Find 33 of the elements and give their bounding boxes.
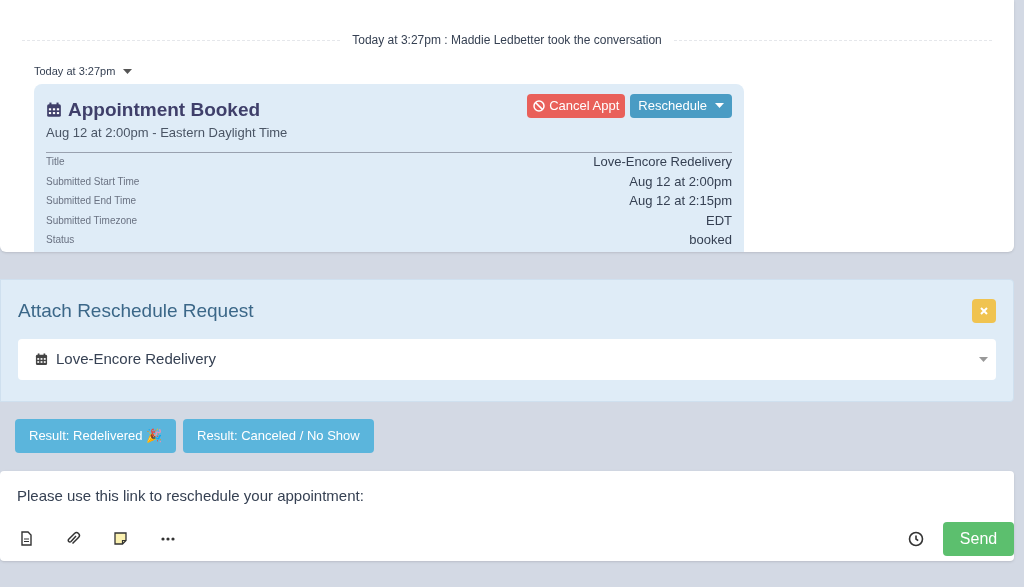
card-title: Appointment Booked — [68, 97, 261, 122]
sticky-note-icon[interactable] — [113, 531, 129, 547]
field-label: Title — [46, 155, 65, 170]
select-field[interactable]: Love-Encore Redelivery — [18, 338, 996, 380]
field-label: Status — [46, 233, 75, 248]
document-icon[interactable] — [19, 531, 35, 547]
result-button[interactable]: Result: Canceled / No Show — [183, 419, 374, 453]
field-value: Love-Encore Redelivery — [593, 154, 732, 171]
field-value: EDT — [706, 212, 732, 229]
cancel-button[interactable]: Cancel Appt — [527, 93, 626, 118]
calendar-icon — [46, 101, 62, 118]
result-button[interactable]: Result: Redelivered 🎉 — [15, 419, 177, 453]
field-value: Aug 12 at 2:15pm — [629, 193, 732, 210]
clock-icon[interactable] — [908, 531, 924, 547]
field-value: Aug 12 at 2:00pm — [629, 173, 732, 190]
event-text: Today at 3:27pm : Maddie Ledbetter took the conversation — [351, 32, 663, 49]
field-label: Submitted Timezone — [46, 213, 138, 228]
prohibited-icon — [533, 99, 546, 112]
field-value: booked — [689, 232, 732, 249]
paperclip-icon[interactable] — [66, 531, 82, 547]
timestamp-dropdown[interactable]: Today at 3:27pm — [34, 63, 133, 80]
send-button[interactable]: Send — [943, 522, 1014, 556]
caret-icon — [979, 356, 988, 362]
caret-icon — [715, 103, 724, 108]
field-label: Submitted End Time — [46, 194, 137, 209]
close-icon — [980, 307, 988, 316]
dropdown-button[interactable]: Reschedule — [630, 93, 732, 118]
field-label: Submitted Start Time — [46, 174, 140, 189]
card-subtitle: Aug 12 at 2:00pm - Eastern Daylight Time — [46, 123, 288, 142]
caret-icon — [123, 68, 133, 74]
panel-title: Attach Reschedule Request — [18, 299, 254, 323]
calendar-icon — [35, 352, 48, 366]
message-field[interactable]: Please use this link to reschedule your appointment: Send — [0, 471, 1014, 561]
